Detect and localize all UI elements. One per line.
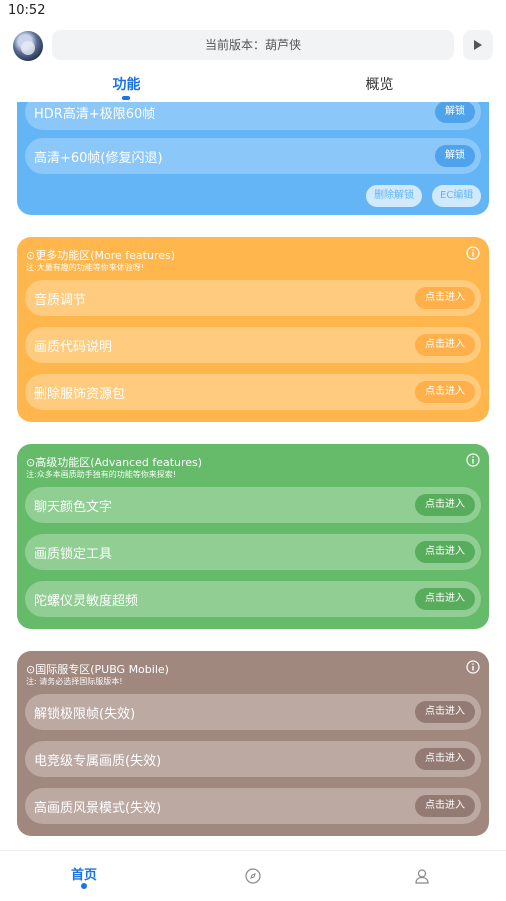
more-features-card: ⊙更多功能区(More features) 注:大量有趣的功能等你来体验呀! 音…	[17, 237, 489, 422]
info-icon[interactable]	[466, 453, 480, 467]
play-icon	[474, 40, 482, 50]
nav-discover[interactable]	[169, 851, 337, 901]
version-display: 当前版本：葫芦侠	[52, 30, 454, 60]
enter-button[interactable]: 点击进入	[415, 541, 475, 563]
list-item: 电竞级专属画质(失效) 点击进入	[25, 741, 481, 777]
row-label: 高清+60帧(修复闪退)	[34, 151, 163, 166]
info-icon[interactable]	[466, 660, 480, 674]
row-label: HDR高清+极限60帧	[34, 107, 156, 122]
nav-home-label: 首页	[70, 868, 97, 883]
compass-icon	[245, 868, 261, 884]
enter-button[interactable]: 点击进入	[415, 334, 475, 356]
list-item: 解锁极限帧(失效) 点击进入	[25, 694, 481, 730]
row-label: 陀螺仪灵敏度超频	[34, 594, 139, 609]
tab-features[interactable]: 功能	[0, 74, 253, 94]
list-item: 画质代码说明 点击进入	[25, 327, 481, 363]
active-dot	[81, 883, 87, 889]
enter-button[interactable]: 点击进入	[415, 287, 475, 309]
section-note: 注:大量有趣的功能等你来体验呀!	[26, 263, 144, 272]
enter-button[interactable]: 点击进入	[415, 588, 475, 610]
row-label: 聊天颜色文字	[34, 500, 113, 515]
top-bar: 当前版本：葫芦侠	[0, 24, 506, 68]
avatar[interactable]	[13, 31, 43, 61]
list-item: 画质锁定工具 点击进入	[25, 534, 481, 570]
tab-overview[interactable]: 概览	[253, 74, 506, 94]
enter-button[interactable]: 点击进入	[415, 748, 475, 770]
list-item: 聊天颜色文字 点击进入	[25, 487, 481, 523]
tab-indicator	[122, 96, 130, 100]
row-label: 画质代码说明	[34, 340, 113, 355]
advanced-features-card: ⊙高级功能区(Advanced features) 注:众多本画质助手独有的功能…	[17, 444, 489, 629]
unlock-button[interactable]: 解锁	[435, 145, 475, 167]
list-item: 高清+60帧(修复闪退) 解锁	[25, 138, 481, 174]
content-scroll[interactable]: HDR高清+极限60帧 解锁 高清+60帧(修复闪退) 解锁 删除解锁 EC编辑…	[0, 102, 506, 850]
section-title: ⊙国际服专区(PUBG Mobile)	[26, 663, 169, 676]
delete-unlock-button[interactable]: 删除解锁	[366, 185, 422, 207]
list-item: HDR高清+极限60帧 解锁	[25, 102, 481, 130]
list-item: 音质调节 点击进入	[25, 280, 481, 316]
play-button[interactable]	[463, 30, 493, 60]
enter-button[interactable]: 点击进入	[415, 701, 475, 723]
section-note: 注: 请务必选择国际服版本!	[26, 677, 123, 686]
list-item: 陀螺仪灵敏度超频 点击进入	[25, 581, 481, 617]
unlock-button[interactable]: 解锁	[435, 102, 475, 123]
bottom-nav: 首页	[0, 850, 506, 900]
list-item: 删除服饰资源包 点击进入	[25, 374, 481, 410]
ec-edit-button[interactable]: EC编辑	[432, 185, 482, 207]
row-label: 高画质风景模式(失效)	[34, 801, 162, 816]
section-note: 注:众多本画质助手独有的功能等你来探索!	[26, 470, 176, 479]
status-bar: 10:52	[0, 0, 506, 24]
section-title: ⊙高级功能区(Advanced features)	[26, 456, 203, 469]
international-card: ⊙国际服专区(PUBG Mobile) 注: 请务必选择国际服版本! 解锁极限帧…	[17, 651, 489, 836]
row-label: 音质调节	[34, 293, 87, 308]
info-icon[interactable]	[466, 246, 480, 260]
nav-home[interactable]: 首页	[0, 851, 168, 901]
enter-button[interactable]: 点击进入	[415, 494, 475, 516]
user-icon	[415, 869, 429, 884]
enter-button[interactable]: 点击进入	[415, 795, 475, 817]
section-title: ⊙更多功能区(More features)	[26, 249, 176, 262]
row-label: 画质锁定工具	[34, 547, 113, 562]
status-time: 10:52	[8, 3, 46, 18]
row-label: 电竞级专属画质(失效)	[34, 754, 162, 769]
list-item: 高画质风景模式(失效) 点击进入	[25, 788, 481, 824]
tab-bar: 功能 概览	[0, 68, 506, 102]
nav-profile[interactable]	[338, 851, 506, 901]
enter-button[interactable]: 点击进入	[415, 381, 475, 403]
row-label: 解锁极限帧(失效)	[34, 707, 136, 722]
unlock-card: HDR高清+极限60帧 解锁 高清+60帧(修复闪退) 解锁 删除解锁 EC编辑	[17, 102, 489, 215]
row-label: 删除服饰资源包	[34, 387, 126, 402]
